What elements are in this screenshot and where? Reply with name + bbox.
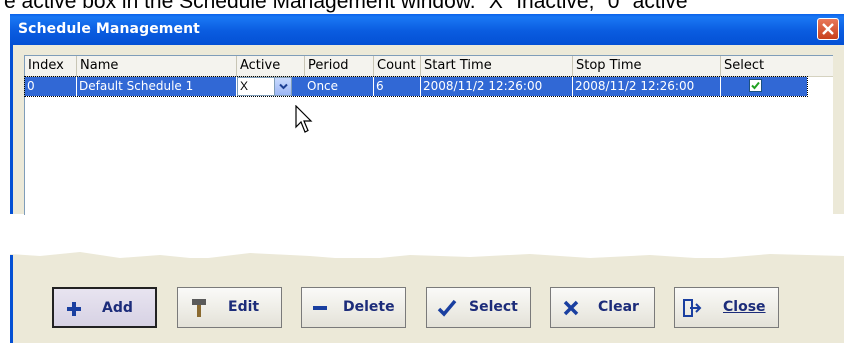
select-checkbox[interactable] bbox=[749, 79, 762, 92]
window-left-border-bottom bbox=[10, 255, 13, 343]
window-close-button[interactable] bbox=[817, 18, 839, 40]
table-row[interactable]: 0 Default Schedule 1 X Once 6 2008/11/2 … bbox=[24, 76, 808, 97]
caption-label: e active box in the Schedule Management … bbox=[4, 0, 688, 13]
minus-icon bbox=[308, 296, 332, 320]
header-name[interactable]: Name bbox=[77, 56, 237, 76]
window-title: Schedule Management bbox=[18, 21, 200, 37]
header-period[interactable]: Period bbox=[305, 56, 374, 76]
schedule-list[interactable]: Index Name Active Period Count Start Tim… bbox=[24, 55, 833, 215]
clear-button[interactable]: Clear bbox=[550, 287, 655, 328]
edit-button[interactable]: Edit bbox=[177, 287, 282, 328]
header-active[interactable]: Active bbox=[237, 56, 305, 76]
list-header: Index Name Active Period Count Start Tim… bbox=[25, 56, 833, 77]
delete-label: Delete bbox=[343, 299, 395, 315]
header-stop-time[interactable]: Stop Time bbox=[573, 56, 721, 76]
active-dropdown[interactable]: X bbox=[237, 77, 292, 96]
cell-start-time: 2008/11/2 12:26:00 bbox=[421, 77, 573, 96]
clear-label: Clear bbox=[598, 299, 639, 315]
dropdown-button[interactable] bbox=[274, 78, 291, 95]
header-count[interactable]: Count bbox=[374, 56, 421, 76]
close-x-icon bbox=[822, 23, 834, 35]
x-icon bbox=[559, 296, 583, 320]
cell-count: 6 bbox=[374, 77, 421, 96]
header-start-time[interactable]: Start Time bbox=[421, 56, 573, 76]
exit-door-icon bbox=[680, 296, 704, 320]
cell-index: 0 bbox=[25, 77, 77, 96]
edit-label: Edit bbox=[228, 299, 260, 315]
window-left-border bbox=[10, 45, 13, 214]
close-label: Close bbox=[723, 299, 766, 315]
header-select[interactable]: Select bbox=[721, 56, 807, 76]
hammer-icon bbox=[187, 296, 211, 320]
title-bar[interactable]: Schedule Management bbox=[10, 14, 844, 45]
cell-stop-time: 2008/11/2 12:26:00 bbox=[573, 77, 721, 96]
add-label: Add bbox=[102, 300, 133, 316]
delete-button[interactable]: Delete bbox=[301, 287, 406, 328]
header-index[interactable]: Index bbox=[25, 56, 77, 76]
chevron-down-icon bbox=[278, 83, 288, 90]
plus-icon bbox=[62, 297, 86, 321]
add-button[interactable]: Add bbox=[52, 287, 157, 328]
torn-edge bbox=[10, 252, 844, 262]
caption-text: e active box in the Schedule Management … bbox=[0, 0, 844, 14]
select-label: Select bbox=[469, 299, 518, 315]
checkmark-icon bbox=[435, 296, 459, 320]
active-value: X bbox=[240, 79, 249, 93]
checkmark-icon bbox=[751, 81, 760, 90]
close-button[interactable]: Close bbox=[674, 287, 779, 328]
cell-period: Once bbox=[305, 77, 374, 96]
mouse-pointer-icon bbox=[295, 105, 313, 133]
cell-name: Default Schedule 1 bbox=[77, 77, 237, 96]
select-button[interactable]: Select bbox=[426, 287, 531, 328]
